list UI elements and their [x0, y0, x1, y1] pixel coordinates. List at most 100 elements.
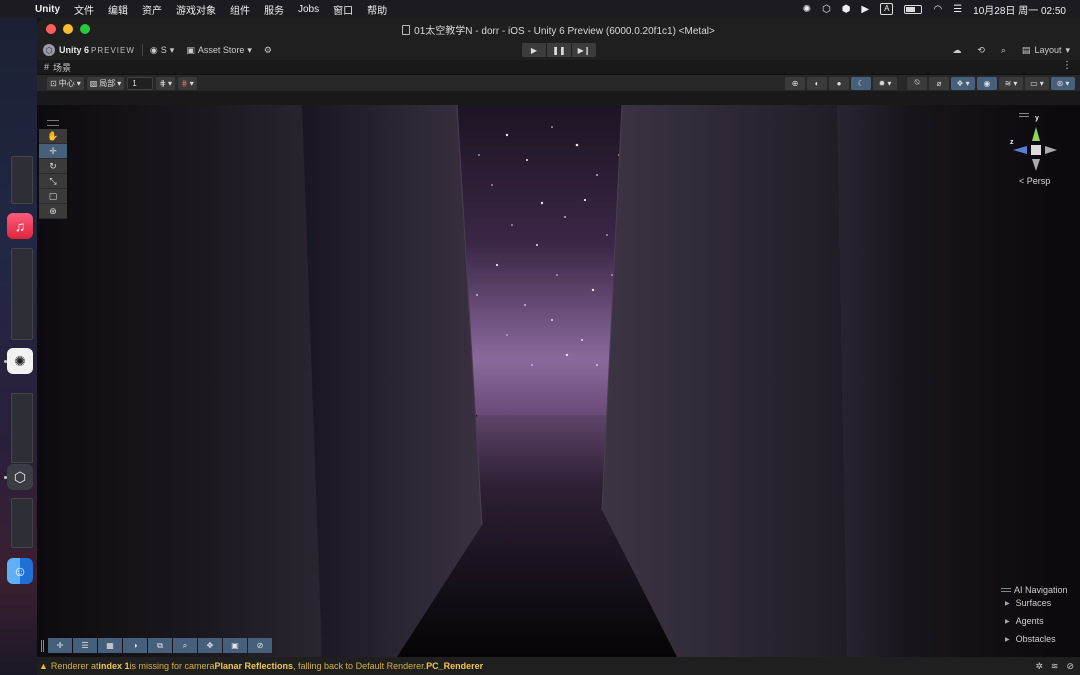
finder-app-icon[interactable]: ☺	[7, 558, 33, 584]
layout-dropdown[interactable]: ▤ Layout ▾	[1022, 45, 1070, 56]
overlay-layers-button[interactable]: ⧉	[148, 638, 172, 653]
scale-icon: ⤡	[49, 175, 57, 186]
unity-status-icon[interactable]: ⬡	[822, 4, 831, 15]
overlay-snap-button[interactable]: ✥	[198, 638, 222, 653]
close-window-button[interactable]	[46, 24, 56, 34]
rotate-tool-button[interactable]: ↻	[39, 159, 67, 174]
menu-file[interactable]: 文件	[67, 2, 101, 17]
play-button[interactable]: ▶	[522, 43, 546, 57]
space-dropdown[interactable]: ▧ 局部 ▾	[86, 76, 125, 90]
projection-toggle[interactable]: < Persp	[1019, 176, 1050, 186]
bug-icon[interactable]: ✲	[1035, 661, 1043, 672]
unity-app-icon[interactable]: ⬡	[7, 464, 33, 490]
menu-assets[interactable]: 资产	[135, 2, 169, 17]
logo-preview-text: PREVIEW	[91, 46, 135, 55]
transform-tool-button[interactable]: ⊛	[39, 204, 67, 219]
overlay-drag-handle[interactable]	[41, 639, 44, 652]
overlay-lighting-button[interactable]: ◑	[123, 638, 147, 653]
align-icon: ☰	[81, 641, 89, 650]
stack-icon[interactable]: ≋	[1051, 661, 1059, 672]
space-label: 局部	[99, 78, 116, 88]
menu-app-name[interactable]: Unity	[28, 4, 67, 15]
search-icon[interactable]: ⌕	[1001, 45, 1006, 56]
palette-drag-handle[interactable]	[47, 120, 59, 126]
control-center-icon[interactable]: ☰	[953, 4, 962, 15]
grid-snap-dropdown[interactable]: ⋕ ▾	[156, 76, 176, 90]
gizmo-drag-handle[interactable]	[1019, 113, 1029, 117]
gizmos-dropdown[interactable]: ⊛ ▾	[1051, 76, 1075, 90]
overlay-camera-button[interactable]: ▣	[223, 638, 247, 653]
menu-window[interactable]: 窗口	[326, 2, 360, 17]
openai-status-icon[interactable]: ✺	[803, 4, 811, 15]
menu-component[interactable]: 组件	[223, 2, 257, 17]
overlay-search-button[interactable]: ⌕	[173, 638, 197, 653]
dock-window-thumbnail[interactable]	[11, 156, 33, 204]
services-button[interactable]: ⚙	[264, 45, 272, 56]
hand-tool-button[interactable]: ✋	[39, 129, 67, 144]
console-status-bar[interactable]: ▲ Renderer at index 1 is missing for cam…	[37, 657, 1080, 675]
pause-button[interactable]: ❚❚	[547, 43, 571, 57]
shaded-button[interactable]: ●	[829, 76, 849, 90]
ai-nav-item-surfaces[interactable]: ▶ Surfaces	[1001, 598, 1068, 608]
chevron-down-icon: ▾	[1013, 78, 1018, 88]
ai-nav-item-agents[interactable]: ▶ Agents	[1001, 616, 1068, 626]
rect-tool-button[interactable]: ▢	[39, 189, 67, 204]
asset-store-button[interactable]: ▣ Asset Store ▾	[186, 45, 252, 56]
unlit-button[interactable]: ☾	[851, 76, 871, 90]
dock-window-thumbnail[interactable]	[11, 248, 33, 340]
chevron-down-icon: ▾	[1039, 78, 1044, 88]
ai-navigation-title[interactable]: AI Navigation	[1001, 585, 1068, 595]
ai-nav-item-obstacles[interactable]: ▶ Obstacles	[1001, 634, 1068, 644]
camera-dropdown[interactable]: ▭ ▾	[1025, 76, 1049, 90]
wireframe-shading-button[interactable]: ⊕	[785, 76, 805, 90]
minimize-window-button[interactable]	[63, 24, 73, 34]
chevron-down-icon: ▾	[189, 78, 194, 88]
scene-visibility-button[interactable]: ◉	[977, 76, 997, 90]
cloud-icon[interactable]: ☁	[952, 45, 961, 56]
history-icon[interactable]: ⟲	[977, 45, 985, 56]
step-button[interactable]: ▶❙	[572, 43, 596, 57]
debug-draw-dropdown[interactable]: ✹ ▾	[873, 76, 897, 90]
unity-hub-status-icon[interactable]: ⬢	[842, 4, 851, 15]
tab-scene[interactable]: 场景	[53, 61, 71, 74]
account-dropdown[interactable]: ◉ S ▾	[150, 45, 174, 56]
overlay-move-button[interactable]: ✛	[48, 638, 72, 653]
play-status-icon[interactable]: ▶	[861, 4, 869, 15]
menu-jobs[interactable]: Jobs	[291, 4, 326, 15]
overlay-align-button[interactable]: ☰	[73, 638, 97, 653]
music-app-icon[interactable]: ♫	[7, 213, 33, 239]
battery-icon[interactable]	[904, 4, 923, 14]
overlay-grid-button[interactable]: ▦	[98, 638, 122, 653]
overlay-compass-button[interactable]: ⊘	[248, 638, 272, 653]
check-circle-icon[interactable]: ⊘	[1066, 661, 1074, 672]
effects-dropdown[interactable]: ❖ ▾	[951, 76, 975, 90]
wifi-icon[interactable]: ◠	[933, 4, 942, 15]
pivot-dropdown[interactable]: ⊡ 中心 ▾	[47, 76, 84, 90]
scale-tool-button[interactable]: ⤡	[39, 174, 67, 189]
increment-snap-dropdown[interactable]: ⋕ ▾	[178, 76, 197, 90]
dock-window-thumbnail[interactable]	[11, 498, 33, 548]
dock-window-thumbnail[interactable]	[11, 393, 33, 463]
zoom-window-button[interactable]	[80, 24, 90, 34]
unity-logo: ⬡ Unity 6 PREVIEW	[43, 44, 135, 56]
more-options-icon[interactable]: ⋮	[1062, 60, 1072, 71]
menu-gameobject[interactable]: 游戏对象	[169, 2, 223, 17]
overlay-toolbar: ✛ ☰ ▦ ◑ ⧉ ⌕ ✥ ▣ ⊘	[41, 638, 273, 653]
status-text-prefix: Renderer at	[50, 661, 99, 671]
grid-size-field[interactable]: 1	[127, 76, 154, 90]
scene-viewport[interactable]: ✋ ✛ ↻ ⤡ ▢ ⊛ y z < Persp AI Navigation ▶ S…	[37, 105, 1080, 657]
chatgpt-app-icon[interactable]: ✺	[7, 348, 33, 374]
menu-edit[interactable]: 编辑	[101, 2, 135, 17]
move-tool-button[interactable]: ✛	[39, 144, 67, 159]
input-source-badge[interactable]: A	[880, 3, 894, 15]
menu-clock[interactable]: 10月28日 周一 02:50	[973, 2, 1066, 17]
lighting-toggle-button[interactable]: ⌀	[929, 76, 949, 90]
shaded-wireframe-button[interactable]: ◐	[807, 76, 827, 90]
overlay-drag-handle[interactable]	[1001, 588, 1011, 592]
ai-navigation-title-text: AI Navigation	[1014, 585, 1068, 595]
toggle-2d-button[interactable]: ⍉	[907, 76, 927, 90]
menu-services[interactable]: 服务	[257, 2, 291, 17]
menu-help[interactable]: 帮助	[360, 2, 394, 17]
layers-dropdown[interactable]: ≋ ▾	[999, 76, 1023, 90]
triangle-right-icon: ▶	[1005, 600, 1010, 607]
